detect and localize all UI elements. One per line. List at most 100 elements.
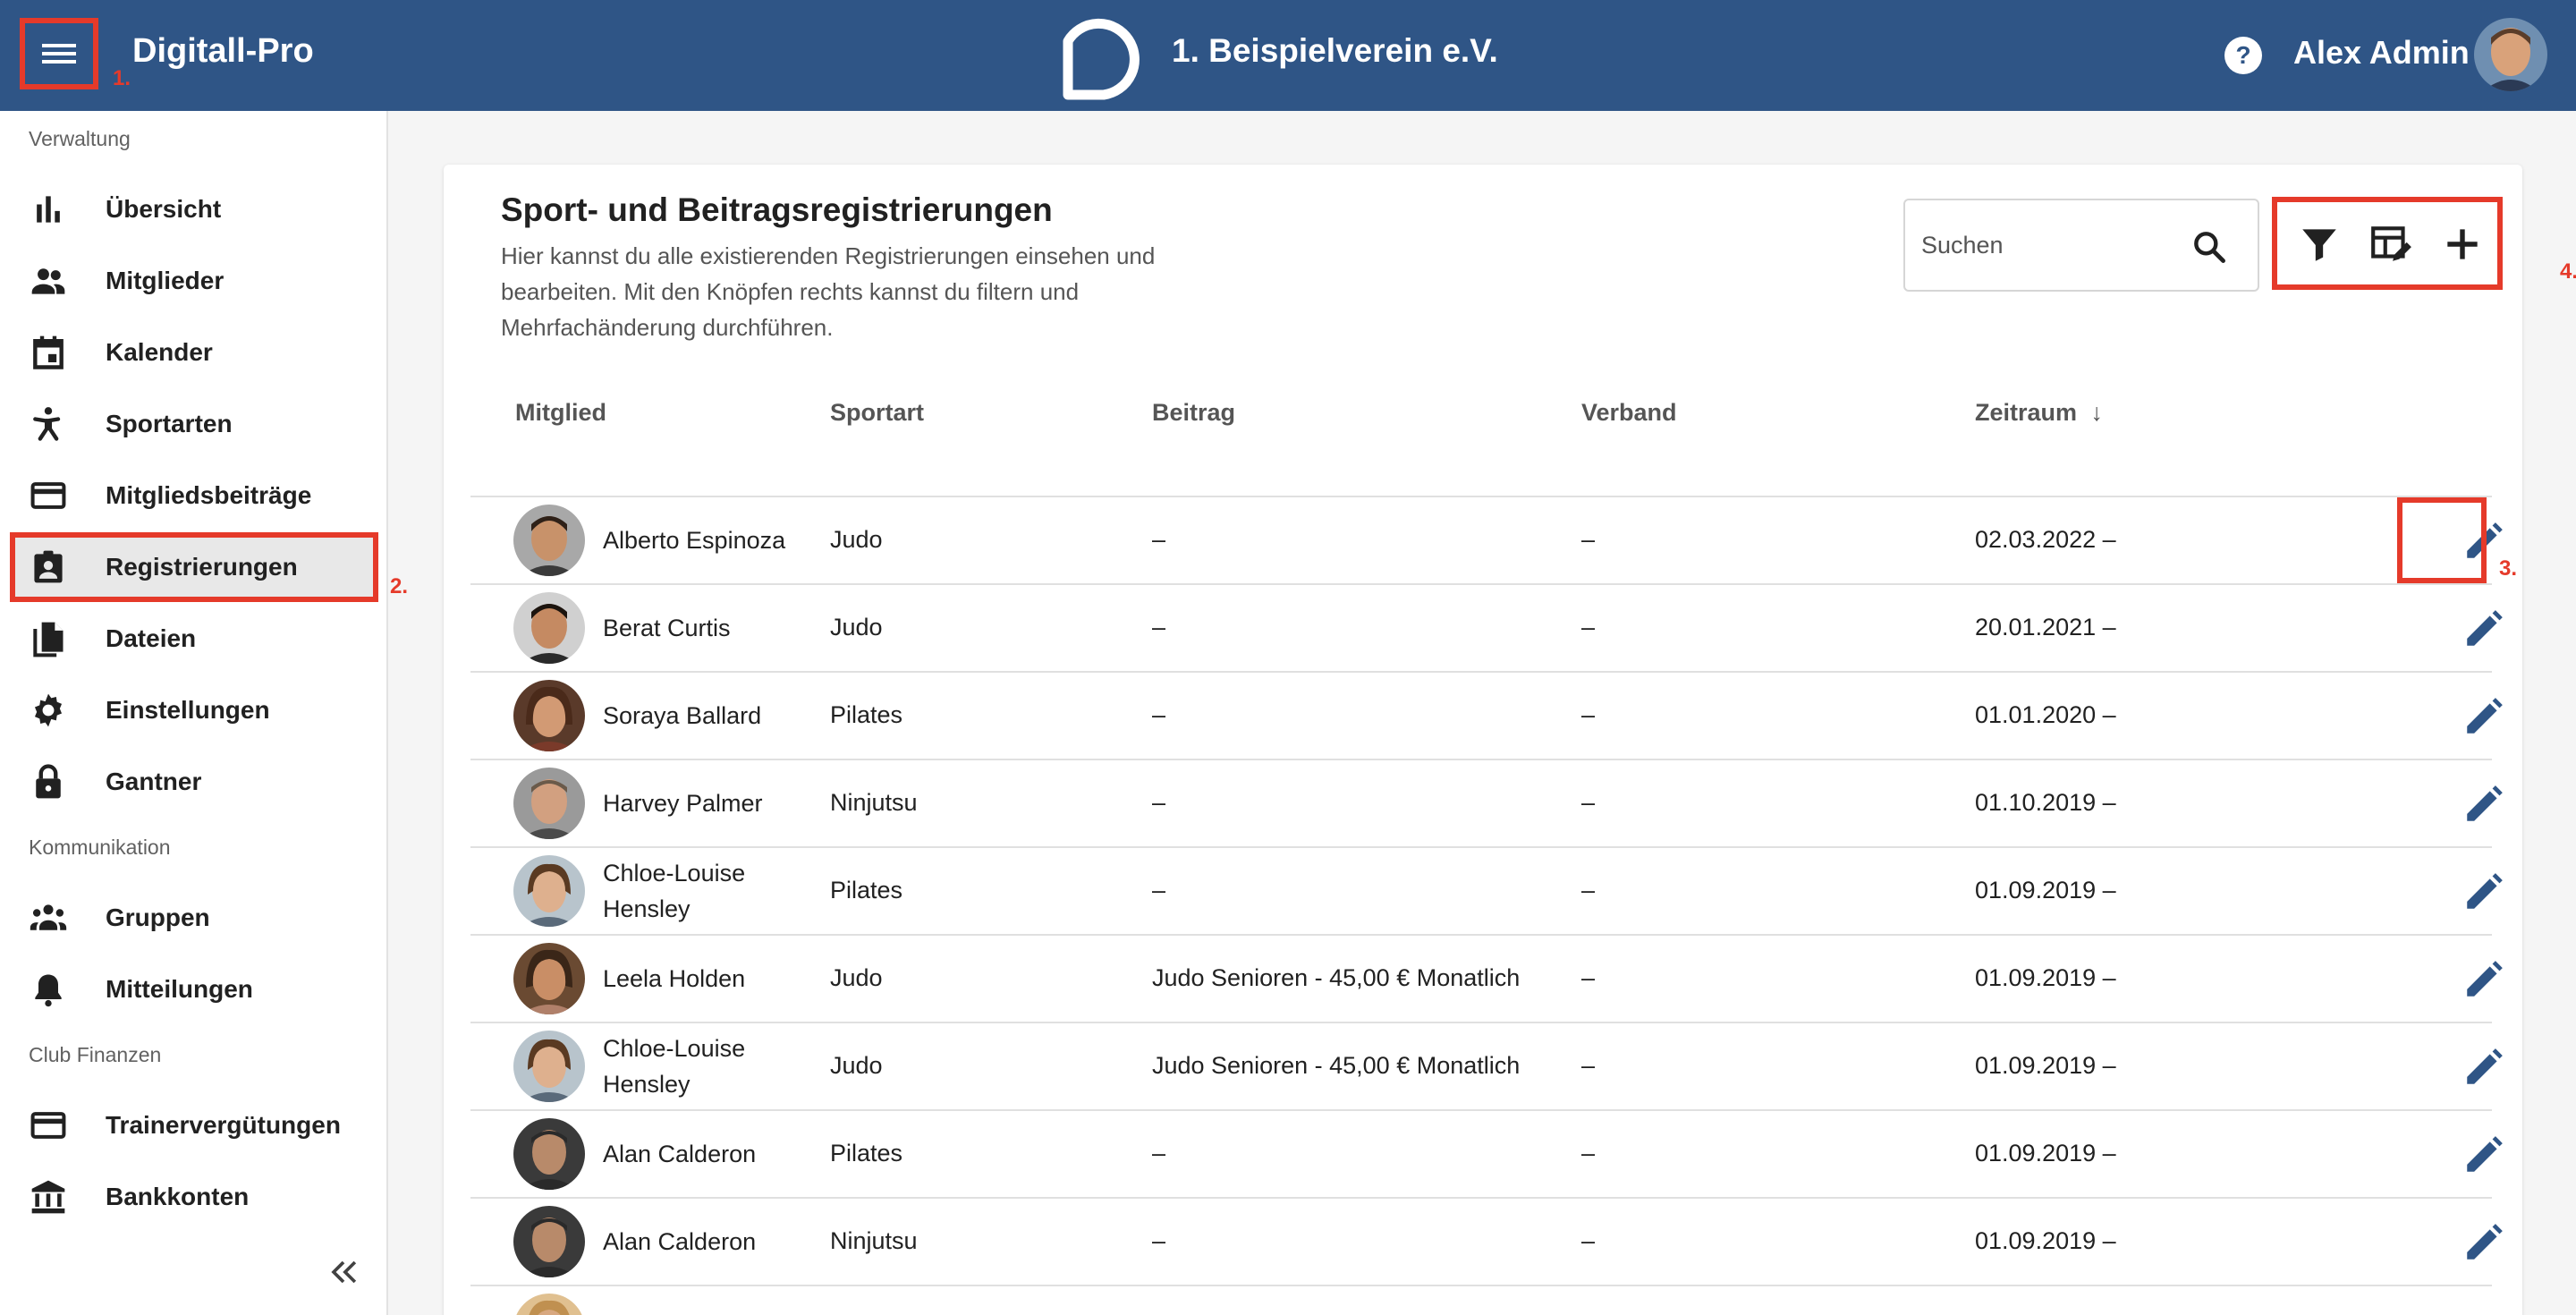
column-header-verband[interactable]: Verband	[1581, 399, 1677, 427]
edit-icon[interactable]	[2462, 870, 2506, 914]
sidebar-item-sportarten[interactable]: Sportarten	[13, 392, 376, 456]
avatar	[513, 505, 585, 576]
avatar	[513, 943, 585, 1014]
sport-cell: Judo	[830, 1052, 883, 1079]
sidebar-item-dateien[interactable]: Dateien	[13, 607, 376, 671]
avatar	[513, 1118, 585, 1190]
sidebar-item-label: Trainervergütungen	[106, 1111, 341, 1139]
member-name: Alan Calderon	[603, 1228, 757, 1255]
table-row: Alan Calderon Ninjutsu – – 01.09.2019 –	[470, 1197, 2503, 1285]
annotation-2: 2.	[390, 574, 409, 598]
member-name: Harvey Palmer	[603, 790, 763, 817]
column-header-sportart[interactable]: Sportart	[830, 399, 924, 427]
period-cell: 01.09.2019 –	[1975, 964, 2116, 991]
menu-button[interactable]	[20, 18, 98, 89]
column-header-zeitraum[interactable]: Zeitraum ↓	[1975, 399, 2103, 427]
fee-cell: –	[1152, 1227, 1166, 1254]
sport-cell: Ninjutsu	[830, 1227, 918, 1254]
bar-chart-icon	[37, 196, 60, 223]
sidebar-item-registrierungen[interactable]: Registrierungen	[10, 532, 378, 602]
column-header-beitrag[interactable]: Beitrag	[1152, 399, 1235, 427]
sport-icon	[33, 407, 61, 441]
filter-icon[interactable]	[2297, 222, 2342, 267]
table-toolbar	[2272, 197, 2503, 290]
registrations-card: Sport- und Beitragsregistrierungen Hier …	[444, 165, 2522, 1315]
period-cell: 01.10.2019 –	[1975, 789, 2116, 816]
edit-icon[interactable]	[2462, 782, 2506, 827]
period-cell: 01.01.2020 –	[1975, 701, 2116, 728]
add-icon[interactable]	[2440, 222, 2485, 267]
search-box[interactable]	[1903, 199, 2259, 292]
association-cell: –	[1581, 964, 1596, 991]
edit-icon[interactable]	[2462, 694, 2506, 739]
svg-text:?: ?	[2235, 41, 2250, 69]
sidebar-item-gantner[interactable]: Gantner	[13, 750, 376, 814]
member-name: Berat Curtis	[603, 615, 731, 641]
sport-cell: Judo	[830, 526, 883, 553]
sidebar-item-einstellungen[interactable]: Einstellungen	[13, 678, 376, 742]
user-avatar[interactable]	[2474, 18, 2547, 91]
table-row: Chloe-Louise Hensley Pilates – – 01.09.2…	[470, 846, 2503, 934]
member-name: Alan Calderon	[603, 1141, 757, 1167]
table-row: Alberto Espinoza Judo – – 02.03.2022 –	[470, 496, 2503, 583]
club-title: 1. Beispielverein e.V.	[1172, 32, 1498, 69]
bulk-edit-table-icon[interactable]	[2368, 222, 2413, 267]
file-icon	[33, 622, 64, 658]
sidebar-item-label: Gruppen	[106, 904, 210, 931]
sidebar-item-label: Kalender	[106, 338, 213, 366]
people-icon	[31, 268, 65, 294]
avatar	[513, 768, 585, 839]
sidebar-item-mitgliedsbeitraege[interactable]: Mitgliedsbeiträge	[13, 463, 376, 528]
app-title: Digitall-Pro	[132, 32, 314, 70]
fee-cell: –	[1152, 1140, 1166, 1167]
club-logo-icon	[1063, 18, 1140, 100]
member-name: Chloe-Louise Hensley	[603, 860, 746, 922]
sidebar-item-label: Gantner	[106, 768, 202, 795]
column-header-mitglied[interactable]: Mitglied	[515, 399, 606, 427]
section-label-verwaltung: Verwaltung	[29, 127, 131, 150]
table-row: Chloe-Louise Hensley Judo Judo Senioren …	[470, 1022, 2503, 1109]
credit-card-icon	[30, 1112, 66, 1139]
page-title: Sport- und Beitragsregistrierungen	[501, 191, 1053, 228]
association-cell: –	[1581, 1052, 1596, 1079]
period-cell: 02.03.2022 –	[1975, 526, 2116, 553]
sidebar-item-mitglieder[interactable]: Mitglieder	[13, 249, 376, 313]
edit-icon[interactable]	[2462, 957, 2506, 1002]
search-input[interactable]	[1921, 227, 2190, 263]
edit-icon[interactable]	[2462, 607, 2506, 651]
fee-cell: Judo Senioren - 45,00 € Monatlich	[1152, 964, 1521, 991]
sidebar-item-kalender[interactable]: Kalender	[13, 320, 376, 385]
hamburger-icon	[42, 39, 76, 68]
edit-icon[interactable]	[2462, 1220, 2506, 1265]
column-header-label: Zeitraum	[1975, 399, 2078, 426]
sidebar-item-gruppen[interactable]: Gruppen	[13, 886, 376, 950]
sidebar-item-label: Mitgliedsbeiträge	[106, 481, 312, 509]
bank-icon	[31, 1180, 65, 1214]
user-name[interactable]: Alex Admin	[2293, 34, 2470, 72]
sport-cell: Pilates	[830, 1140, 903, 1167]
association-cell: –	[1581, 789, 1596, 816]
member-name: Soraya Ballard	[603, 702, 762, 729]
sidebar-item-bankkonten[interactable]: Bankkonten	[13, 1165, 376, 1229]
sidebar-item-trainerverguetungen[interactable]: Trainervergütungen	[13, 1093, 376, 1158]
edit-icon[interactable]	[2462, 1133, 2506, 1177]
fee-cell: Judo Senioren - 45,00 € Monatlich	[1152, 1052, 1521, 1079]
association-cell: –	[1581, 614, 1596, 641]
sidebar-item-label: Dateien	[106, 624, 197, 652]
collapse-sidebar-icon[interactable]	[324, 1252, 363, 1292]
avatar	[513, 680, 585, 751]
sidebar-item-uebersicht[interactable]: Übersicht	[13, 177, 376, 242]
sidebar-item-mitteilungen[interactable]: Mitteilungen	[13, 957, 376, 1022]
table-row: Harvey Palmer Ninjutsu – – 01.10.2019 –	[470, 759, 2503, 846]
calendar-icon	[33, 335, 64, 369]
fee-cell: –	[1152, 701, 1166, 728]
credit-card-icon	[30, 482, 66, 509]
page-description: Hier kannst du alle existierenden Regist…	[501, 242, 1156, 341]
sidebar: Verwaltung Übersicht Mitglieder Kalender…	[0, 111, 388, 1315]
search-icon[interactable]	[2190, 227, 2229, 267]
edit-icon[interactable]	[2462, 1045, 2506, 1090]
help-icon[interactable]: ?	[2224, 36, 2263, 75]
edit-button-highlight	[2397, 497, 2487, 583]
section-label-kommunikation: Kommunikation	[29, 836, 171, 859]
member-name: Leela Holden	[603, 965, 746, 992]
